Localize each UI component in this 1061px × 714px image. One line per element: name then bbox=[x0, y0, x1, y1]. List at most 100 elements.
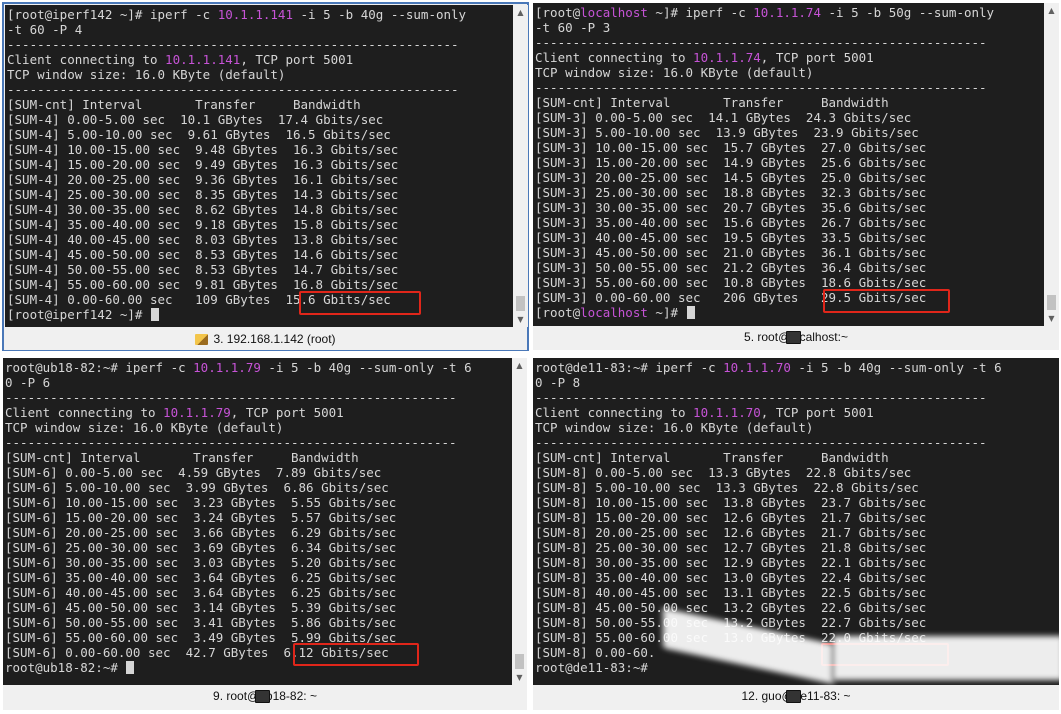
line-text: [SUM-3] 5.00-10.00 sec 13.9 GBytes 23.9 … bbox=[535, 125, 919, 140]
terminal-line: [SUM-4] 5.00-10.00 sec 9.61 GBytes 16.5 … bbox=[7, 127, 391, 142]
tab-title: 3. 192.168.1.142 (root) bbox=[213, 332, 336, 346]
line-text: [root@iperf142 ~]# iperf -c bbox=[7, 7, 218, 22]
line-text: 0 -P 8 bbox=[535, 375, 581, 390]
terminal-pane-3[interactable]: root@ub18-82:~# iperf -c 10.1.1.79 -i 5 … bbox=[3, 358, 527, 710]
terminal-line: [SUM-3] 35.00-40.00 sec 15.6 GBytes 26.7… bbox=[535, 215, 926, 230]
terminal-line: Client connecting to 10.1.1.70, TCP port… bbox=[535, 405, 874, 420]
vertical-scrollbar[interactable]: ▲ ▼ bbox=[1044, 3, 1059, 326]
line-text: [SUM-4] 20.00-25.00 sec 9.36 GBytes 16.1… bbox=[7, 172, 399, 187]
terminal-screen[interactable]: [root@iperf142 ~]# iperf -c 10.1.1.141 -… bbox=[5, 5, 528, 327]
vertical-scrollbar[interactable]: ▲ ▼ bbox=[513, 5, 528, 327]
line-text: [SUM-6] 0.00-5.00 sec 4.59 GBytes 7.89 G… bbox=[5, 465, 382, 480]
line-text: [SUM-8] 45.00-50.00 sec 13.2 GBytes 22.6… bbox=[535, 600, 927, 615]
line-text: [root@ bbox=[535, 305, 581, 320]
line-text: [SUM-4] 5.00-10.00 sec 9.61 GBytes 16.5 … bbox=[7, 127, 391, 142]
terminal-pane-4[interactable]: root@de11-83:~# iperf -c 10.1.1.70 -i 5 … bbox=[533, 358, 1059, 710]
text-cursor bbox=[686, 306, 695, 319]
terminal-line: [SUM-6] 5.00-10.00 sec 3.99 GBytes 6.86 … bbox=[5, 480, 389, 495]
terminal-line: TCP window size: 16.0 KByte (default) bbox=[7, 67, 285, 82]
terminal-line: Client connecting to 10.1.1.79, TCP port… bbox=[5, 405, 344, 420]
terminal-line: 0 -P 8 bbox=[535, 375, 580, 390]
line-text: [SUM-6] 20.00-25.00 sec 3.66 GBytes 6.29… bbox=[5, 525, 397, 540]
line-text: [SUM-cnt] Interval Transfer Bandwidth bbox=[5, 450, 359, 465]
terminal-pane-1[interactable]: [root@iperf142 ~]# iperf -c 10.1.1.141 -… bbox=[2, 2, 529, 351]
terminal-line: 0 -P 6 bbox=[5, 375, 50, 390]
line-text: [SUM-8] 35.00-40.00 sec 13.0 GBytes 22.4… bbox=[535, 570, 927, 585]
line-text: 0 -P 6 bbox=[5, 375, 51, 390]
line-text: [SUM-3] 45.00-50.00 sec 21.0 GBytes 36.1… bbox=[535, 245, 927, 260]
line-text: [SUM-8] 0.00-60. bbox=[535, 645, 656, 660]
line-text: [SUM-8] 20.00-25.00 sec 12.6 GBytes 21.7… bbox=[535, 525, 927, 540]
scroll-thumb[interactable] bbox=[516, 296, 525, 311]
line-text: ----------------------------------------… bbox=[535, 80, 987, 95]
terminal-line: [SUM-4] 40.00-45.00 sec 8.03 GBytes 13.8… bbox=[7, 232, 398, 247]
terminal-line: ----------------------------------------… bbox=[7, 82, 459, 97]
line-text: [SUM-3] 30.00-35.00 sec 20.7 GBytes 35.6… bbox=[535, 200, 927, 215]
terminal-line: [SUM-3] 55.00-60.00 sec 10.8 GBytes 18.6… bbox=[535, 275, 926, 290]
line-text: [SUM-6] 5.00-10.00 sec 3.99 GBytes 6.86 … bbox=[5, 480, 389, 495]
terminal-line: [SUM-3] 15.00-20.00 sec 14.9 GBytes 25.6… bbox=[535, 155, 926, 170]
terminal-line: [SUM-3] 30.00-35.00 sec 20.7 GBytes 35.6… bbox=[535, 200, 926, 215]
terminal-line: [SUM-6] 25.00-30.00 sec 3.69 GBytes 6.34… bbox=[5, 540, 396, 555]
line-text: [SUM-3] 40.00-45.00 sec 19.5 GBytes 33.5… bbox=[535, 230, 927, 245]
terminal-line: [SUM-4] 15.00-20.00 sec 9.49 GBytes 16.3… bbox=[7, 157, 398, 172]
scroll-up-icon[interactable]: ▲ bbox=[512, 358, 527, 373]
line-text: , TCP port 5001 bbox=[240, 52, 354, 67]
scroll-down-icon[interactable]: ▼ bbox=[512, 670, 527, 685]
tab-session-12[interactable]: 12. guo@de11-83: ~ bbox=[533, 685, 1059, 707]
scroll-thumb[interactable] bbox=[1047, 295, 1056, 310]
highlighted-text: localhost bbox=[580, 305, 648, 320]
terminal-screen[interactable]: root@de11-83:~# iperf -c 10.1.1.70 -i 5 … bbox=[533, 358, 1059, 685]
highlighted-text: 10.1.1.141 bbox=[165, 52, 241, 67]
terminal-line: [SUM-6] 20.00-25.00 sec 3.66 GBytes 6.29… bbox=[5, 525, 396, 540]
highlighted-text: 10.1.1.141 bbox=[217, 7, 293, 22]
terminal-line: [SUM-6] 50.00-55.00 sec 3.41 GBytes 5.86… bbox=[5, 615, 396, 630]
terminal-line: -t 60 -P 4 bbox=[7, 22, 82, 37]
terminal-line: [SUM-cnt] Interval Transfer Bandwidth bbox=[7, 97, 361, 112]
terminal-screen[interactable]: [root@localhost ~]# iperf -c 10.1.1.74 -… bbox=[533, 3, 1059, 326]
line-text: root@ub18-82:~# iperf -c bbox=[5, 360, 194, 375]
terminal-line: [SUM-8] 45.00-50.00 sec 13.2 GBytes 22.6… bbox=[535, 600, 926, 615]
terminal-screen[interactable]: root@ub18-82:~# iperf -c 10.1.1.79 -i 5 … bbox=[3, 358, 527, 685]
highlighted-text: 10.1.1.74 bbox=[753, 5, 821, 20]
terminal-line: [root@localhost ~]# bbox=[535, 305, 695, 320]
tab-session-3[interactable]: 3. 192.168.1.142 (root) bbox=[4, 328, 527, 350]
scroll-down-icon[interactable]: ▼ bbox=[513, 312, 528, 327]
scroll-up-icon[interactable]: ▲ bbox=[1044, 3, 1059, 18]
highlighted-text: 10.1.1.79 bbox=[163, 405, 231, 420]
line-text: [root@iperf142 ~]# bbox=[7, 307, 150, 322]
line-text: [SUM-6] 10.00-15.00 sec 3.23 GBytes 5.55… bbox=[5, 495, 397, 510]
terminal-line: [SUM-4] 50.00-55.00 sec 8.53 GBytes 14.7… bbox=[7, 262, 398, 277]
tab-session-9[interactable]: 9. root@ub18-82: ~ bbox=[3, 685, 527, 707]
scroll-up-icon[interactable]: ▲ bbox=[513, 5, 528, 20]
vertical-scrollbar[interactable]: ▲ ▼ bbox=[512, 358, 527, 685]
terminal-line: [SUM-4] 35.00-40.00 sec 9.18 GBytes 15.8… bbox=[7, 217, 398, 232]
line-text: [SUM-3] 50.00-55.00 sec 21.2 GBytes 36.4… bbox=[535, 260, 927, 275]
line-text: [SUM-4] 30.00-35.00 sec 8.62 GBytes 14.8… bbox=[7, 202, 399, 217]
terminal-line: root@ub18-82:~# iperf -c 10.1.1.79 -i 5 … bbox=[5, 360, 472, 375]
line-text: ----------------------------------------… bbox=[5, 435, 457, 450]
terminal-line: [SUM-3] 50.00-55.00 sec 21.2 GBytes 36.4… bbox=[535, 260, 926, 275]
terminal-line: [SUM-8] 35.00-40.00 sec 13.0 GBytes 22.4… bbox=[535, 570, 926, 585]
highlighted-text: 10.1.1.70 bbox=[723, 360, 791, 375]
line-text: [SUM-4] 0.00-5.00 sec 10.1 GBytes 17.4 G… bbox=[7, 112, 384, 127]
line-text: [SUM-3] 55.00-60.00 sec 10.8 GBytes 18.6… bbox=[535, 275, 927, 290]
terminal-line: [SUM-4] 45.00-50.00 sec 8.53 GBytes 14.6… bbox=[7, 247, 398, 262]
terminal-pane-2[interactable]: [root@localhost ~]# iperf -c 10.1.1.74 -… bbox=[533, 3, 1059, 350]
terminal-line: Client connecting to 10.1.1.74, TCP port… bbox=[535, 50, 874, 65]
line-text: ~]# bbox=[647, 305, 686, 320]
terminal-line: [SUM-3] 40.00-45.00 sec 19.5 GBytes 33.5… bbox=[535, 230, 926, 245]
terminal-line: [SUM-4] 10.00-15.00 sec 9.48 GBytes 16.3… bbox=[7, 142, 398, 157]
line-text: [SUM-3] 15.00-20.00 sec 14.9 GBytes 25.6… bbox=[535, 155, 927, 170]
terminal-line: TCP window size: 16.0 KByte (default) bbox=[535, 65, 813, 80]
line-text: [SUM-8] 40.00-45.00 sec 13.1 GBytes 22.5… bbox=[535, 585, 927, 600]
tab-session-5[interactable]: 5. root@localhost:~ bbox=[533, 326, 1059, 348]
line-text: TCP window size: 16.0 KByte (default) bbox=[535, 420, 814, 435]
scroll-down-icon[interactable]: ▼ bbox=[1044, 311, 1059, 326]
highlighted-text: 10.1.1.74 bbox=[693, 50, 761, 65]
line-text: [SUM-3] 25.00-30.00 sec 18.8 GBytes 32.3… bbox=[535, 185, 927, 200]
line-text: -i 5 -b 50g --sum-only bbox=[820, 5, 995, 20]
terminal-line: TCP window size: 16.0 KByte (default) bbox=[5, 420, 283, 435]
terminal-line: [SUM-6] 40.00-45.00 sec 3.64 GBytes 6.25… bbox=[5, 585, 396, 600]
scroll-thumb[interactable] bbox=[515, 654, 524, 669]
